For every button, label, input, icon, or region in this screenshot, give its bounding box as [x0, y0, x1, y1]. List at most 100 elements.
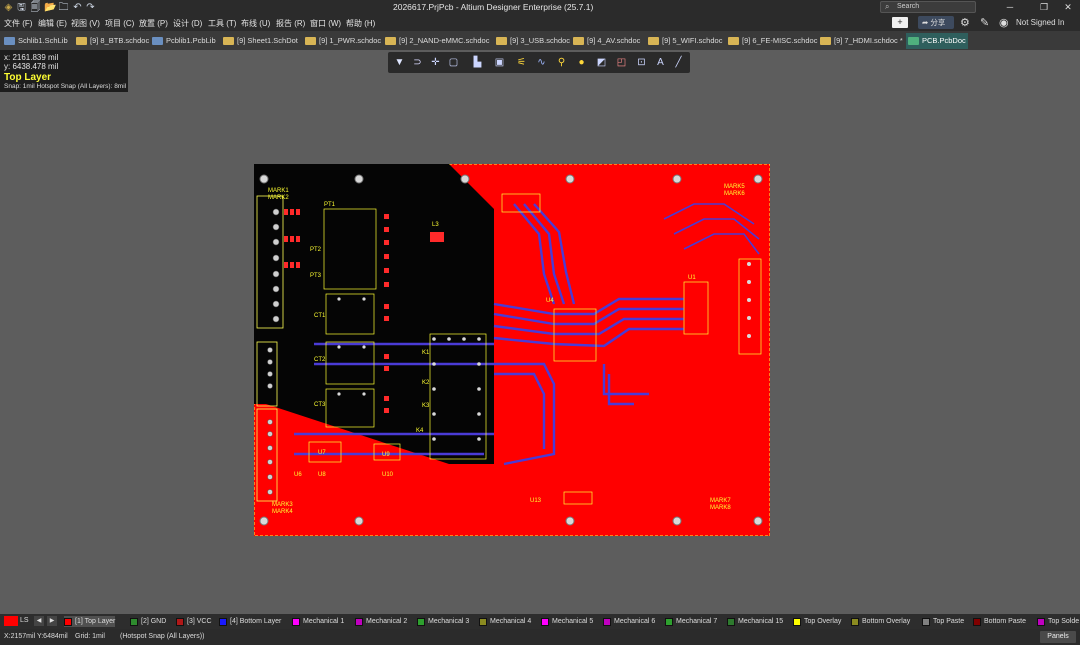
interactive-routing-icon[interactable]: ⊃	[410, 55, 425, 70]
tab-label: [9] 6_FE-MISC.schdoc	[742, 36, 818, 45]
layer-swatch	[417, 618, 425, 626]
menu-design[interactable]: 设计 (D)	[173, 18, 202, 29]
menu-route[interactable]: 布线 (U)	[241, 18, 270, 29]
layer-tab-bottom-overlay[interactable]: Bottom Overlay	[851, 616, 910, 627]
layer-swatch	[1037, 618, 1045, 626]
layer-tab-mech3[interactable]: Mechanical 3	[417, 616, 469, 627]
add-button[interactable]: +	[892, 17, 908, 28]
layer-tab-mech7[interactable]: Mechanical 7	[665, 616, 717, 627]
align-icon[interactable]: ▙	[470, 55, 485, 70]
layer-swatch	[355, 618, 363, 626]
tab-schlib[interactable]: Schlib1.SchLib	[2, 33, 68, 49]
diff-pair-icon[interactable]: ∿	[534, 55, 549, 70]
via-icon[interactable]: ⚲	[554, 55, 569, 70]
layer-tab-top-solder[interactable]: Top Solde	[1037, 616, 1080, 627]
layer-tab-mech2[interactable]: Mechanical 2	[355, 616, 407, 627]
tab-btb[interactable]: [9] 8_BTB.schdoc	[74, 33, 149, 49]
layer-tab-gnd[interactable]: [2] GND	[130, 616, 166, 627]
layer-label: Mechanical 7	[676, 618, 718, 625]
menu-help[interactable]: 帮助 (H)	[346, 18, 375, 29]
select-rectangle-icon[interactable]: ▢	[446, 55, 461, 70]
pad-icon[interactable]: ●	[574, 55, 589, 70]
status-snap: (Hotspot Snap (All Layers))	[120, 633, 205, 640]
tab-pcblib[interactable]: Pcblib1.PcbLib	[150, 33, 216, 49]
folder-icon[interactable]: 🗀	[58, 2, 69, 13]
notifications-icon[interactable]: ✎	[980, 16, 989, 29]
current-layer-swatch[interactable]	[4, 616, 18, 626]
layer-tab-top-paste[interactable]: Top Paste	[922, 616, 964, 627]
k2-label: K2	[422, 380, 430, 386]
layer-label: Bottom Paste	[984, 618, 1027, 625]
u8-label: U8	[318, 472, 326, 478]
menu-place[interactable]: 放置 (P)	[139, 18, 168, 29]
redo-icon[interactable]: ↷	[85, 2, 96, 13]
signed-in-status[interactable]: Not Signed In	[1016, 18, 1064, 27]
layer-set-label[interactable]: LS	[20, 617, 29, 624]
layer-prev-arrow[interactable]: ◀	[34, 616, 44, 626]
menu-tools[interactable]: 工具 (T)	[208, 18, 236, 29]
u6-label: U6	[294, 472, 302, 478]
menu-reports[interactable]: 报告 (R)	[276, 18, 305, 29]
tab-sheet1[interactable]: [9] Sheet1.SchDot	[221, 33, 298, 49]
tab-label: [9] 1_PWR.schdoc	[319, 36, 382, 45]
layer-tab-mech4[interactable]: Mechanical 4	[479, 616, 531, 627]
layer-tab-top[interactable]: [1] Top Layer	[64, 616, 116, 627]
save-all-icon[interactable]: 🗐	[30, 2, 41, 13]
tab-nand[interactable]: [9] 2_NAND-eMMC.schdoc	[383, 33, 489, 49]
menu-view[interactable]: 视图 (V)	[71, 18, 100, 29]
mark7-label: MARK7	[710, 498, 731, 504]
layer-next-arrow[interactable]: ▶	[47, 616, 57, 626]
tab-usb[interactable]: [9] 3_USB.schdoc	[494, 33, 570, 49]
menu-edit[interactable]: 编辑 (E)	[38, 18, 67, 29]
layer-tab-mech6[interactable]: Mechanical 6	[603, 616, 655, 627]
layer-tab-bottom-paste[interactable]: Bottom Paste	[973, 616, 1026, 627]
x-coordinate: x: 2161.839 mil	[4, 53, 59, 62]
restore-button[interactable]: ❐	[1034, 1, 1054, 13]
menu-project[interactable]: 项目 (C)	[105, 18, 134, 29]
layer-swatch	[851, 618, 859, 626]
layer-tab-mech1[interactable]: Mechanical 1	[292, 616, 344, 627]
gear-icon[interactable]: ⚙	[960, 16, 970, 29]
pcb-canvas[interactable]: MARK1 MARK2 MARK3 MARK4 MARK5 MARK6 MARK…	[254, 164, 770, 536]
layer-label: [2] GND	[141, 618, 167, 625]
layer-tab-mech15[interactable]: Mechanical 15	[727, 616, 783, 627]
close-button[interactable]: ✕	[1058, 1, 1078, 13]
dimension-icon[interactable]: ⊡	[634, 55, 649, 70]
schdoc-icon	[573, 37, 584, 45]
keepout-icon[interactable]: ◰	[614, 55, 629, 70]
tab-wifi[interactable]: [9] 5_WIFI.schdoc	[646, 33, 722, 49]
line-icon[interactable]: ╱	[671, 55, 686, 70]
tab-av[interactable]: [9] 4_AV.schdoc	[571, 33, 640, 49]
filter-icon[interactable]: ▼	[392, 55, 407, 70]
schlib-icon	[4, 37, 15, 45]
tab-hdmi[interactable]: [9] 7_HDMI.schdoc *	[818, 33, 903, 49]
share-label: 分享	[930, 18, 946, 27]
layer-tab-bottom[interactable]: [4] Bottom Layer	[219, 616, 281, 627]
menu-window[interactable]: 窗口 (W)	[310, 18, 341, 29]
search-box[interactable]: ⌕ Search	[880, 1, 976, 13]
text-icon[interactable]: A	[653, 55, 668, 70]
component-icon[interactable]: ▣	[492, 55, 507, 70]
tab-pwr[interactable]: [9] 1_PWR.schdoc	[303, 33, 381, 49]
snap-info: Snap: 1mil Hotspot Snap (All Layers): 8m…	[4, 83, 127, 90]
route-icon[interactable]: ⚟	[514, 55, 529, 70]
layer-tab-top-overlay[interactable]: Top Overlay	[793, 616, 841, 627]
layer-tab-vcc[interactable]: [3] VCC	[176, 616, 212, 627]
undo-icon[interactable]: ↶	[72, 2, 83, 13]
panels-button[interactable]: Panels	[1040, 631, 1076, 643]
polygon-icon[interactable]: ◩	[594, 55, 609, 70]
save-icon[interactable]: 🖫	[16, 2, 27, 13]
user-icon[interactable]: ◉	[999, 16, 1009, 29]
tab-label: Schlib1.SchLib	[18, 36, 68, 45]
open-icon[interactable]: 📂	[44, 2, 56, 13]
layer-tab-mech5[interactable]: Mechanical 5	[541, 616, 593, 627]
menu-file[interactable]: 文件 (F)	[4, 18, 32, 29]
crosshair-icon[interactable]: ✛	[428, 55, 443, 70]
tab-fe-misc[interactable]: [9] 6_FE-MISC.schdoc	[726, 33, 817, 49]
share-button[interactable]: ➦ 分享	[918, 16, 954, 29]
k3-label: K3	[422, 403, 430, 409]
u10-label: U10	[382, 472, 394, 478]
u4-label: U4	[546, 298, 554, 304]
minimize-button[interactable]: ─	[1000, 1, 1020, 13]
tab-pcbdoc[interactable]: PCB.PcbDoc	[906, 33, 968, 49]
